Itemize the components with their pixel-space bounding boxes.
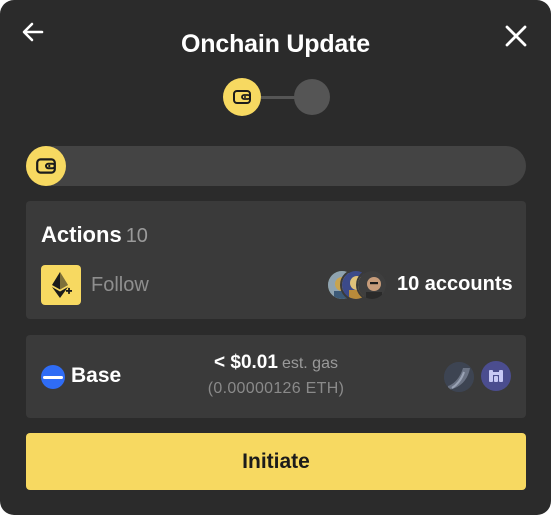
step-indicator xyxy=(223,78,330,116)
actions-card: Actions 10 Follow 10 accounts xyxy=(26,201,526,319)
actions-title: Actions xyxy=(41,222,122,247)
provider-logo-icon xyxy=(444,362,474,392)
step-2-inactive xyxy=(294,79,330,115)
gas-price: < $0.01 xyxy=(214,352,278,373)
avatar xyxy=(356,269,388,301)
ethereum-plus-icon xyxy=(41,265,81,305)
progress-indicator xyxy=(26,146,66,186)
gas-suffix: est. gas xyxy=(281,355,338,372)
progress-bar xyxy=(26,146,526,186)
close-icon xyxy=(505,25,527,47)
follow-label: Follow xyxy=(91,274,149,296)
actions-count: 10 xyxy=(125,225,148,247)
onchain-update-modal: Onchain Update Actions 10 Follow 10 acco… xyxy=(0,0,551,515)
initiate-button[interactable]: Initiate xyxy=(26,433,526,490)
step-connector xyxy=(261,96,295,99)
actions-heading: Actions 10 xyxy=(41,222,148,248)
account-avatars xyxy=(326,269,390,301)
close-button[interactable] xyxy=(501,21,531,51)
wallet-icon xyxy=(36,158,56,174)
wallet-icon xyxy=(233,90,251,104)
accounts-count-label: 10 accounts xyxy=(397,273,513,295)
modal-title: Onchain Update xyxy=(181,30,370,58)
relay-logo-icon xyxy=(481,361,511,391)
network-card: Base < $0.01 est. gas (0.00000126 ETH) xyxy=(26,335,526,418)
step-1-active xyxy=(223,78,261,116)
